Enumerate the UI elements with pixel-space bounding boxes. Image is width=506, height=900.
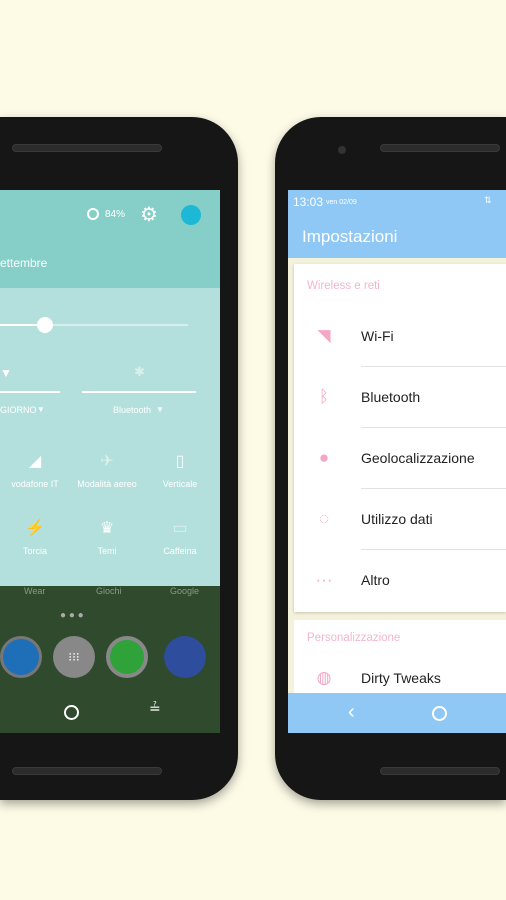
settings-item-dirty-tweaks[interactable]: ◍ Dirty Tweaks: [294, 660, 506, 693]
tile-portrait[interactable]: ▯ Verticale: [145, 451, 215, 489]
dropdown-icon[interactable]: ▼: [37, 405, 45, 414]
section-header: Personalizzazione: [307, 632, 401, 644]
page-indicator: ● ● ●: [60, 610, 84, 621]
wifi-icon: ◥: [317, 326, 331, 345]
toolbar: 13:03 ven 02/09 ⇅ Impostazioni: [288, 190, 506, 258]
wifi-icon[interactable]: ▼: [0, 366, 12, 380]
settings-item-location[interactable]: ● Geolocalizzazione: [294, 428, 506, 489]
settings-item-wifi[interactable]: ◥ Wi-Fi: [294, 306, 506, 367]
battery-icon: [87, 208, 99, 220]
home-button-icon[interactable]: [432, 706, 447, 721]
right-screen: 13:03 ven 02/09 ⇅ Impostazioni Wireless …: [288, 190, 506, 733]
whatsapp-icon[interactable]: [106, 636, 148, 678]
settings-item-more[interactable]: ··· Altro: [294, 550, 506, 611]
bluetooth-label[interactable]: Bluetooth: [113, 405, 151, 415]
airplane-icon: ✈: [100, 453, 114, 470]
page-title: Impostazioni: [302, 227, 398, 246]
wifi-label[interactable]: GIORNO: [0, 405, 37, 415]
settings-icon[interactable]: ⚙: [140, 202, 158, 227]
app-drawer-icon[interactable]: ⁝⁝⁝: [53, 636, 95, 678]
home-label[interactable]: Wear: [24, 586, 45, 596]
section-header: Wireless e reti: [307, 280, 380, 292]
flashlight-icon: ⚡: [25, 520, 45, 537]
avatar[interactable]: [181, 205, 201, 225]
data-usage-icon: ◌: [318, 509, 330, 528]
tile-signal[interactable]: ◢ vodafone IT: [0, 451, 70, 489]
settings-item-data-usage[interactable]: ◌ Utilizzo dati: [294, 489, 506, 550]
contacts-app-icon[interactable]: [0, 636, 42, 678]
dropdown-icon[interactable]: ▼: [156, 405, 164, 414]
data-activity-icon: ⇅: [484, 195, 492, 205]
battery-percent: 84%: [105, 209, 126, 220]
settings-item-bluetooth[interactable]: ᛒ Bluetooth: [294, 367, 506, 428]
phone-portrait-icon: ▯: [175, 453, 185, 470]
recents-icon[interactable]: ≟: [149, 700, 161, 717]
more-icon: ···: [315, 570, 333, 589]
signal-icon: ◢: [28, 453, 42, 470]
brightness-slider[interactable]: [0, 317, 188, 333]
home-button-icon[interactable]: [64, 705, 79, 720]
nav-bar: ‹: [288, 693, 506, 733]
tile-themes[interactable]: ♛ Temi: [72, 518, 142, 556]
front-camera: [338, 146, 346, 154]
themes-icon: ♛: [99, 520, 115, 537]
personalization-card: Personalizzazione ◍ Dirty Tweaks: [294, 620, 506, 693]
settings-card: Wireless e reti ◥ Wi-Fi ᛒ Bluetooth ● Geolo…: [294, 264, 506, 612]
tweaks-icon: ◍: [316, 668, 332, 687]
back-icon[interactable]: ‹: [348, 701, 355, 724]
brightness-thumb[interactable]: [37, 317, 53, 333]
status-date: ven 02/09: [326, 199, 357, 206]
bluetooth-icon: ᛒ: [318, 387, 330, 406]
date-text: ettembre: [0, 256, 48, 270]
qs-panel: ▼ GIORNO ▼ ✱ Bluetooth ▼ ◢ vodafone IT ✈ M…: [0, 288, 220, 586]
tile-airplane[interactable]: ✈ Modalità aereo: [72, 451, 142, 489]
left-screen: 84% ⚙ ettembre ▼ GIORNO ▼ ✱ Bluetooth ▼ …: [0, 190, 220, 733]
location-icon: ●: [318, 448, 330, 467]
tile-caffeine[interactable]: ▭ Caffeina: [145, 518, 215, 556]
bluetooth-off-icon[interactable]: ✱: [134, 364, 145, 380]
home-label[interactable]: Google: [170, 586, 199, 596]
home-label[interactable]: Giochi: [96, 586, 122, 596]
coffee-icon: ▭: [172, 520, 188, 537]
status-time: 13:03: [293, 195, 324, 209]
chrome-icon[interactable]: [164, 636, 206, 678]
tile-flashlight[interactable]: ⚡ Torcia: [0, 518, 70, 556]
qs-header: 84% ⚙ ettembre: [0, 190, 220, 288]
